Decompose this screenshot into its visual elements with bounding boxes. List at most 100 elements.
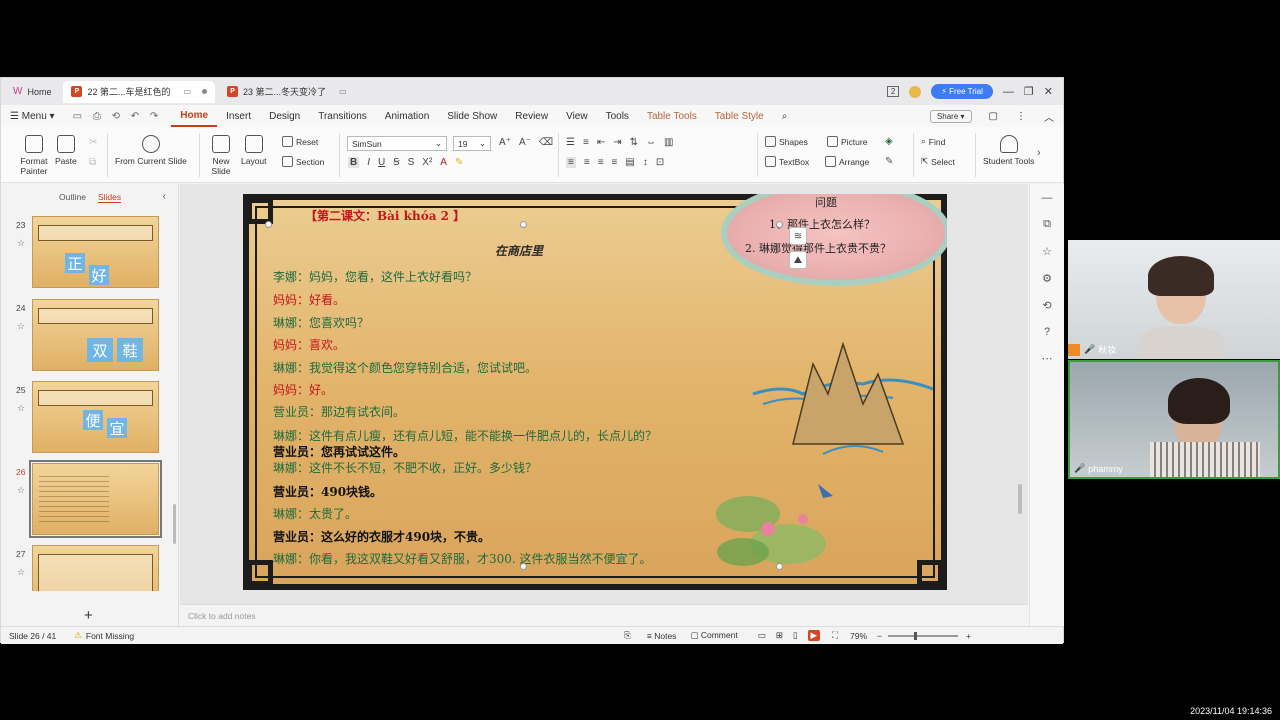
slide-sorter-icon[interactable]: ⊞ (776, 630, 783, 641)
menu-design[interactable]: Design (260, 111, 309, 122)
menu-slide-show[interactable]: Slide Show (438, 111, 506, 122)
slide-thumbnail-row[interactable]: 24 ☆ 双 鞋 (1, 299, 171, 371)
slide-thumbnail[interactable] (32, 545, 159, 591)
menu-button[interactable]: ☰ Menu ▾ (1, 111, 64, 122)
participant-video-1[interactable]: 🎤 秋妆 (1068, 240, 1280, 359)
font-size-select[interactable]: 19 ⌄ (453, 136, 491, 151)
resize-handle[interactable] (520, 221, 527, 228)
paste-button[interactable]: Paste (55, 135, 77, 166)
highlight-icon[interactable]: ✎ (455, 157, 463, 168)
history-icon[interactable]: ⟲ (1042, 299, 1051, 312)
restore-icon[interactable]: ❐ (1024, 85, 1034, 98)
free-trial-button[interactable]: ⚡ Free Trial (931, 84, 993, 99)
star-icon[interactable]: ☆ (17, 403, 25, 414)
star-icon[interactable]: ☆ (1042, 245, 1052, 258)
reading-view-icon[interactable]: ▯ (793, 630, 798, 641)
format-painter-button[interactable]: Format Painter (15, 135, 53, 176)
image-tool-icon[interactable]: ⛰ (789, 251, 807, 269)
tab-document-23[interactable]: P 23 第二...冬天变冷了 ▭ (219, 81, 355, 103)
section-button[interactable]: Section (282, 156, 324, 167)
align-text-icon[interactable]: ⇔ (646, 137, 656, 148)
fit-to-window-icon[interactable]: ⛶ (832, 630, 838, 641)
tab-document-22[interactable]: P 22 第二...车是红色的 ▭ (63, 80, 216, 103)
outline-icon[interactable]: ✎ (885, 156, 893, 167)
from-current-slide-button[interactable]: From Current Slide (115, 135, 187, 166)
menu-tools[interactable]: Tools (597, 111, 638, 122)
resize-handle[interactable] (776, 221, 783, 228)
star-icon[interactable]: ☆ (17, 321, 25, 332)
reset-button[interactable]: Reset (282, 136, 318, 147)
decrease-indent-icon[interactable]: ⇤ (597, 137, 605, 148)
adjust-icon[interactable]: ⚙ (1042, 272, 1052, 285)
chevron-right-icon[interactable]: › (1037, 147, 1041, 159)
slide-thumbnail-row[interactable]: 23 ☆ 正 好 (1, 216, 171, 288)
menu-view[interactable]: View (557, 111, 597, 122)
tab-slides[interactable]: Slides (97, 192, 122, 203)
grow-font-icon[interactable]: A⁺ (499, 137, 511, 148)
shrink-font-icon[interactable]: A⁻ (519, 137, 531, 148)
layers-icon[interactable]: ≋ (789, 227, 807, 245)
zoom-slider[interactable] (888, 631, 959, 640)
align-right-icon[interactable]: ≡ (598, 157, 604, 168)
menu-review[interactable]: Review (506, 111, 557, 122)
clear-format-icon[interactable]: ⌫ (539, 137, 553, 148)
font-color-icon[interactable]: A (440, 157, 447, 168)
zoom-in-icon[interactable]: + (966, 631, 971, 641)
comment-toggle[interactable]: ▢ Comment (690, 630, 737, 641)
slide-thumbnail[interactable]: 双 鞋 (32, 299, 159, 371)
chevron-left-icon[interactable]: ‹ (163, 191, 166, 202)
page-indicator[interactable]: 2 (886, 86, 900, 97)
search-icon[interactable]: ⌕ (773, 111, 797, 122)
slide-thumbnail-row[interactable]: 27 ☆ (1, 545, 171, 591)
layout-button[interactable]: Layout (241, 135, 267, 166)
bullets-icon[interactable]: ☰ (566, 137, 575, 148)
add-slide-icon[interactable]: + (84, 607, 93, 624)
numbering-icon[interactable]: ≡ (583, 137, 589, 148)
close-icon[interactable]: ✕ (1044, 85, 1053, 98)
cut-icon[interactable]: ✂ (89, 137, 97, 148)
comment-icon[interactable]: ▢ (980, 111, 1007, 122)
slide-thumbnail-selected[interactable] (29, 460, 162, 538)
canvas-scrollbar[interactable] (1018, 484, 1022, 514)
quick-access-icons[interactable]: ▭ ⎙ ⟲ ↶ ↷ (64, 111, 172, 122)
columns-icon[interactable]: ▥ (664, 137, 673, 148)
more-icon[interactable]: ⋮ (1007, 111, 1035, 122)
collapse-icon[interactable]: — (1042, 192, 1053, 204)
justify-icon[interactable]: ≡ (612, 157, 618, 168)
bold-icon[interactable]: B (348, 157, 360, 168)
strikethrough-icon[interactable]: Ꞩ (393, 157, 399, 168)
slide-thumbnail[interactable]: 便 宜 (32, 381, 159, 453)
slide-thumbnail-row[interactable]: 25 ☆ 便 宜 (1, 381, 171, 453)
user-avatar[interactable] (909, 85, 922, 98)
collapse-ribbon-icon[interactable]: ︿ (1035, 109, 1063, 124)
zoom-level[interactable]: 79% (850, 631, 867, 641)
italic-icon[interactable]: I (367, 157, 370, 168)
star-icon[interactable]: ☆ (17, 485, 25, 496)
slide-thumbnail-row-current[interactable]: 26 ☆ (1, 460, 171, 538)
share-button[interactable]: Share ▾ (929, 109, 972, 123)
fill-icon[interactable]: ◈ (885, 136, 893, 147)
panel-scrollbar[interactable] (173, 504, 176, 544)
textbox-button[interactable]: TextBox (765, 156, 809, 167)
zoom-out-icon[interactable]: − (877, 631, 882, 641)
menu-home[interactable]: Home (171, 105, 218, 127)
slide-thumbnail[interactable]: 正 好 (32, 216, 159, 288)
menu-insert[interactable]: Insert (217, 111, 260, 122)
shapes-button[interactable]: Shapes (765, 136, 808, 147)
shadow-icon[interactable]: S (408, 157, 415, 168)
star-icon[interactable]: ☆ (17, 238, 25, 249)
line-spacing-icon[interactable]: ↕ (643, 157, 648, 168)
picture-button[interactable]: Picture (827, 136, 867, 147)
notes-toggle-icon[interactable]: ⎘ (624, 630, 631, 641)
normal-view-icon[interactable]: ▭ (758, 630, 766, 641)
student-tools-button[interactable]: Student Tools (983, 135, 1034, 166)
slide[interactable]: 问题 1、那件上衣怎么样？ 2. 琳娜觉得那件上衣贵不贵？ 【第二课文：Bài … (243, 194, 947, 590)
superscript-icon[interactable]: X² (422, 157, 432, 168)
paragraph-settings-icon[interactable]: ⊡ (656, 157, 664, 168)
find-button[interactable]: ⌕ Find (921, 136, 945, 147)
font-name-select[interactable]: SimSun ⌄ (347, 136, 447, 151)
participant-video-2[interactable]: 🎤 phammy (1068, 360, 1280, 479)
menu-transitions[interactable]: Transitions (309, 111, 376, 122)
menu-table-tools[interactable]: Table Tools (638, 111, 706, 122)
font-missing-label[interactable]: Font Missing (86, 631, 134, 641)
